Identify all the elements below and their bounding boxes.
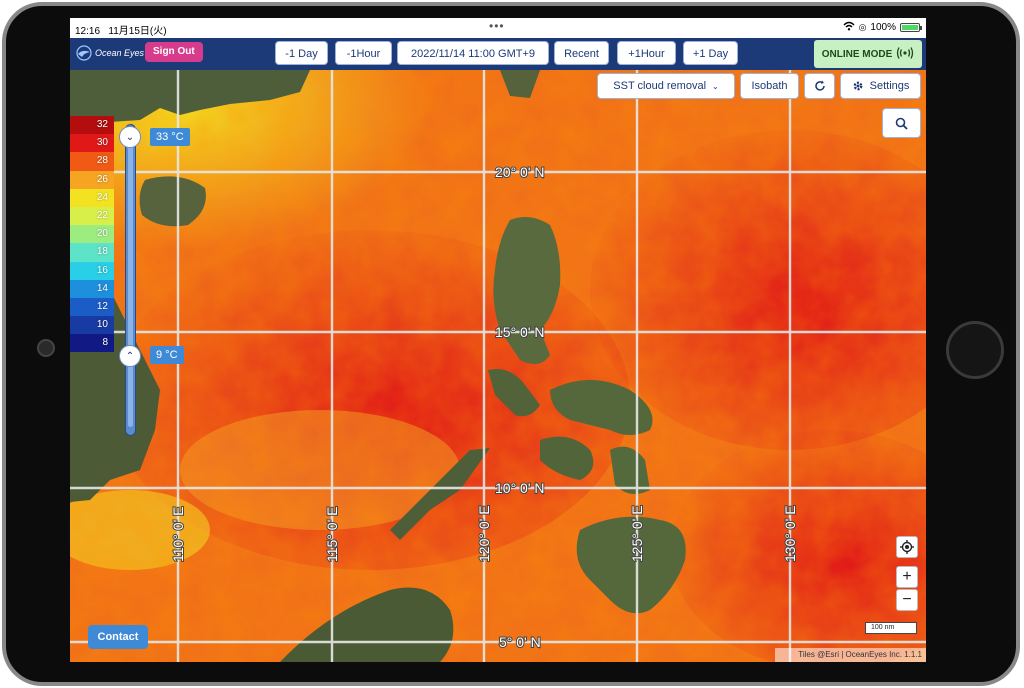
lat-label-5n: 5° 0' N: [499, 634, 541, 650]
logo-icon: [76, 45, 92, 61]
minus-1-hour-button[interactable]: -1Hour: [335, 41, 392, 65]
multitask-dots[interactable]: •••: [489, 19, 505, 33]
legend-row: 28: [70, 152, 114, 171]
legend-row: 22: [70, 206, 114, 226]
broadcast-icon: [896, 46, 914, 63]
locate-button[interactable]: [896, 536, 918, 558]
temperature-range-slider[interactable]: [125, 124, 136, 436]
lon-label-125e: 125° 0' E: [629, 505, 645, 562]
layer-select-label: SST cloud removal: [613, 80, 707, 92]
refresh-button[interactable]: [804, 73, 835, 99]
legend-row: 32: [70, 116, 114, 135]
lon-label-115e: 115° 0' E: [324, 507, 340, 563]
gear-icon: [852, 80, 864, 92]
legend-row: 30: [70, 134, 114, 153]
plus-1-day-button[interactable]: +1 Day: [683, 41, 738, 65]
legend-row: 10: [70, 316, 114, 335]
layer-select[interactable]: SST cloud removal ⌄: [597, 73, 735, 99]
legend-row: 20: [70, 225, 114, 244]
zoom-out-button[interactable]: −: [896, 589, 918, 611]
search-button[interactable]: [882, 108, 921, 138]
lat-label-20n: 20° 0' N: [495, 164, 545, 180]
battery-icon: [900, 23, 922, 32]
lat-label-15n: 15° 0' N: [495, 324, 545, 340]
slider-min-handle[interactable]: ⌃: [119, 345, 141, 367]
scale-bar: 100 nm: [865, 622, 917, 634]
chevron-down-icon: ⌄: [712, 81, 719, 91]
contact-button[interactable]: Contact: [88, 625, 148, 649]
online-mode-label: ONLINE MODE: [821, 48, 893, 60]
app-logo: Ocean Eyes: [76, 45, 144, 61]
app-toolbar: Ocean Eyes Sign Out -1 Day -1Hour 2022/1…: [70, 38, 926, 70]
settings-label: Settings: [869, 80, 910, 92]
datetime-button[interactable]: 2022/11/14 11:00 GMT+9: [397, 41, 549, 65]
lon-label-130e: 130° 0' E: [782, 505, 798, 562]
minus-1-day-button[interactable]: -1 Day: [275, 41, 328, 65]
legend-row: 18: [70, 243, 114, 262]
crosshair-icon: [900, 540, 914, 554]
online-mode-indicator[interactable]: ONLINE MODE: [814, 40, 922, 68]
logo-text: Ocean Eyes: [95, 48, 145, 58]
max-temp-tag: 33 °C: [150, 128, 190, 146]
legend-row: 24: [70, 188, 114, 207]
status-indicators: ◎ 100%: [843, 21, 922, 34]
status-bar: 12:16 11月15日(火) ••• ◎ 100%: [70, 18, 926, 38]
map-canvas[interactable]: 20° 0' N 15° 0' N 10° 0' N 5° 0' N 110° …: [70, 70, 926, 662]
lon-label-110e: 110° 0' E: [170, 507, 186, 563]
min-temp-tag: 9 °C: [150, 346, 184, 364]
legend-row: 12: [70, 297, 114, 317]
isobath-button[interactable]: Isobath: [740, 73, 799, 99]
texture-overlay: [70, 70, 926, 662]
app-screen: 12:16 11月15日(火) ••• ◎ 100% Ocean Eyes Si…: [70, 18, 926, 662]
home-button[interactable]: [946, 321, 1004, 379]
sign-out-button[interactable]: Sign Out: [145, 42, 203, 62]
settings-button[interactable]: Settings: [840, 73, 921, 99]
legend-row: 26: [70, 170, 114, 189]
lat-label-10n: 10° 0' N: [495, 480, 545, 496]
legend-row: 8: [70, 334, 114, 353]
location-icon: ◎: [858, 22, 867, 32]
legend-row: 16: [70, 261, 114, 280]
chevron-down-icon: ⌄: [125, 131, 135, 143]
wifi-icon: [843, 21, 855, 34]
refresh-icon: [814, 80, 826, 92]
battery-percent: 100%: [870, 22, 896, 33]
zoom-in-button[interactable]: +: [896, 566, 918, 588]
sst-map[interactable]: 20° 0' N 15° 0' N 10° 0' N 5° 0' N 110° …: [70, 70, 926, 662]
plus-1-hour-button[interactable]: +1Hour: [617, 41, 676, 65]
search-icon: [895, 117, 908, 130]
temperature-legend: 32 30 28 26 24 22 20 18 16 14 12 10 8: [70, 116, 114, 353]
recent-button[interactable]: Recent: [554, 41, 609, 65]
map-attribution: Tiles @Esri | OceanEyes Inc. 1.1.1: [775, 648, 926, 662]
slider-max-handle[interactable]: ⌄: [119, 126, 141, 148]
lon-label-120e: 120° 0' E: [476, 505, 492, 562]
status-time: 12:16 11月15日(火): [75, 26, 167, 37]
front-camera: [37, 339, 55, 357]
chevron-up-icon: ⌃: [125, 350, 135, 362]
legend-row: 14: [70, 279, 114, 298]
